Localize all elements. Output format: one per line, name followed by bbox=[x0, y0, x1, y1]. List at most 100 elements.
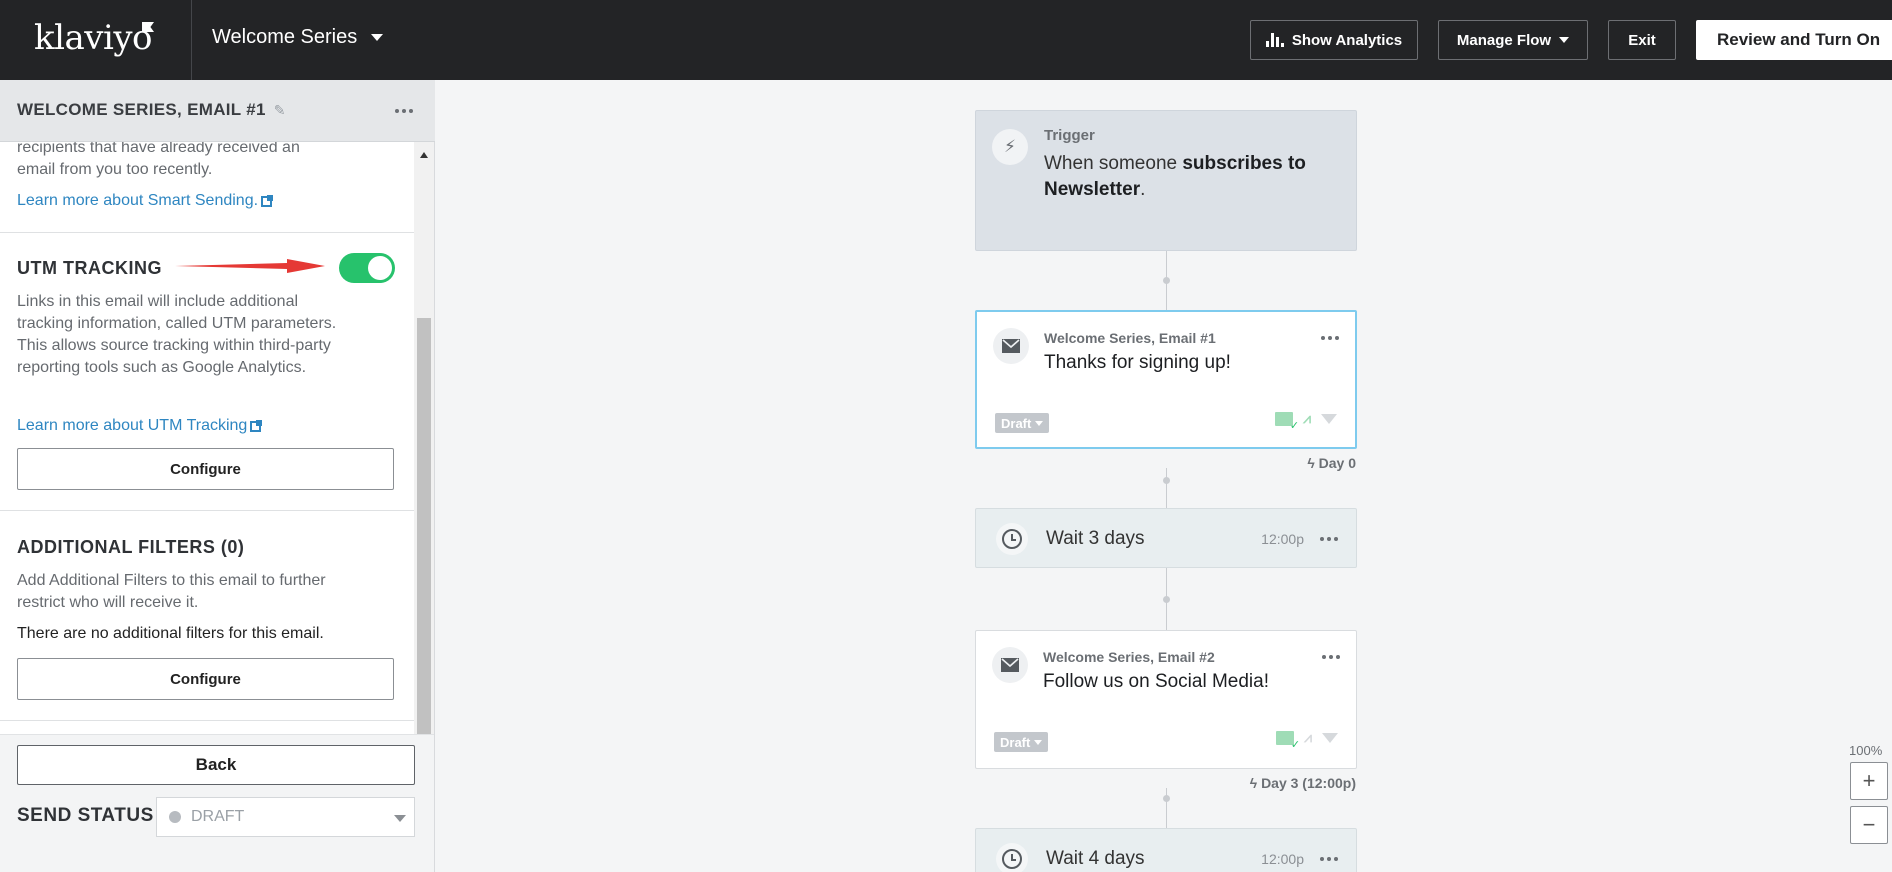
envelope-icon bbox=[992, 647, 1028, 683]
klaviyo-logo[interactable]: klaviyo bbox=[34, 18, 155, 58]
smart-sending-line-2: email from you too recently. bbox=[17, 161, 213, 178]
email-status-dropdown[interactable]: Draft bbox=[995, 413, 1050, 433]
send-status-value: DRAFT bbox=[191, 808, 245, 825]
logo-text: klaviyo bbox=[34, 18, 153, 58]
zoom-in-button[interactable]: + bbox=[1850, 762, 1888, 800]
lightning-icon: ⚡ bbox=[992, 129, 1028, 165]
section-divider bbox=[0, 232, 414, 233]
email-status-icons: ⩘ bbox=[1276, 729, 1338, 751]
mail-check-icon bbox=[1276, 730, 1300, 751]
more-options-icon[interactable] bbox=[1321, 336, 1339, 340]
day-0-text: Day 0 bbox=[1318, 455, 1356, 471]
show-analytics-label: Show Analytics bbox=[1291, 31, 1403, 49]
trigger-description: When someone subscribes to Newsletter. bbox=[1044, 151, 1334, 203]
smart-sending-link[interactable]: Learn more about Smart Sending. bbox=[17, 192, 274, 210]
topbar-divider bbox=[191, 0, 192, 80]
day-3-label: ϟ Day 3 (12:00p) bbox=[1206, 775, 1356, 791]
wait-card-1[interactable]: Wait 3 days 12:00p bbox=[975, 508, 1357, 568]
no-filters-text: There are no additional filters for this… bbox=[17, 625, 324, 642]
connector-dot bbox=[1163, 596, 1170, 603]
chevron-down-icon bbox=[1559, 37, 1570, 43]
minus-icon: − bbox=[1862, 812, 1876, 837]
additional-filters-title: ADDITIONAL FILTERS (0) bbox=[17, 537, 245, 557]
show-analytics-button[interactable]: Show Analytics bbox=[1250, 20, 1418, 60]
panel-title-text: WELCOME SERIES, EMAIL #1 bbox=[17, 100, 266, 119]
panel-header: WELCOME SERIES, EMAIL #1 ✎ bbox=[0, 80, 435, 142]
email-status: Draft bbox=[1001, 415, 1032, 431]
more-options-icon[interactable] bbox=[1320, 537, 1338, 541]
send-status-select[interactable]: DRAFT bbox=[156, 797, 415, 837]
mail-check-icon bbox=[1275, 411, 1299, 432]
wait-time: 12:00p bbox=[1261, 851, 1304, 867]
back-button[interactable]: Back bbox=[17, 745, 415, 785]
additional-filters-desc: Add Additional Filters to this email to … bbox=[17, 572, 326, 611]
chevron-down-icon bbox=[1034, 739, 1043, 745]
day-3-text: Day 3 (12:00p) bbox=[1261, 775, 1356, 791]
bar-chart-icon bbox=[1265, 33, 1284, 47]
utm-configure-button[interactable]: Configure bbox=[17, 448, 394, 490]
lightning-icon: ϟ bbox=[1307, 455, 1315, 471]
pencil-icon[interactable]: ✎ bbox=[274, 103, 288, 117]
smart-sending-link-text: Learn more about Smart Sending. bbox=[17, 192, 259, 209]
connector-dot bbox=[1163, 277, 1170, 284]
toggle-knob bbox=[368, 256, 392, 280]
trigger-text-prefix: When someone bbox=[1044, 153, 1183, 174]
smart-sending-desc: recipients that have already received an… bbox=[17, 142, 347, 181]
external-link-icon bbox=[261, 194, 274, 207]
clock-icon bbox=[996, 523, 1028, 555]
trend-icon: ⩘ bbox=[1303, 410, 1311, 426]
utm-tracking-link-text: Learn more about UTM Tracking bbox=[17, 417, 248, 434]
filter-icon bbox=[1321, 413, 1337, 424]
trigger-text-suffix: . bbox=[1140, 179, 1146, 200]
flow-name: Welcome Series bbox=[212, 26, 358, 48]
trigger-label: Trigger bbox=[1044, 127, 1095, 144]
filter-icon bbox=[1322, 732, 1338, 743]
clock-icon bbox=[996, 843, 1028, 872]
panel-scroll-area[interactable]: recipients that have already received an… bbox=[0, 142, 414, 734]
more-options-icon[interactable] bbox=[1322, 655, 1340, 659]
flow-canvas[interactable]: ⚡ Trigger When someone subscribes to New… bbox=[436, 80, 1892, 872]
filters-configure-button[interactable]: Configure bbox=[17, 658, 394, 700]
zoom-out-button[interactable]: − bbox=[1850, 806, 1888, 844]
chevron-down-icon bbox=[394, 815, 406, 822]
send-status-label: SEND STATUS bbox=[17, 805, 154, 826]
scroll-up-icon[interactable] bbox=[420, 152, 428, 158]
utm-tracking-toggle[interactable] bbox=[339, 253, 395, 283]
panel-title: WELCOME SERIES, EMAIL #1 ✎ bbox=[17, 100, 288, 120]
email-card-2[interactable]: Welcome Series, Email #2 Follow us on So… bbox=[975, 630, 1357, 769]
zoom-level: 100% bbox=[1849, 743, 1883, 758]
more-options-icon[interactable] bbox=[395, 109, 413, 113]
review-and-turn-on-button[interactable]: Review and Turn On bbox=[1696, 20, 1892, 60]
email-status: Draft bbox=[1000, 734, 1031, 750]
utm-tracking-title: UTM TRACKING bbox=[17, 258, 162, 278]
email-settings-panel: WELCOME SERIES, EMAIL #1 ✎ recipients th… bbox=[0, 80, 435, 872]
email-status-dropdown[interactable]: Draft bbox=[994, 732, 1049, 752]
exit-label: Exit bbox=[1628, 31, 1656, 49]
exit-button[interactable]: Exit bbox=[1608, 20, 1676, 60]
wait-text: Wait 4 days bbox=[1046, 848, 1145, 869]
wait-card-2[interactable]: Wait 4 days 12:00p bbox=[975, 828, 1357, 872]
utm-tracking-desc: Links in this email will include additio… bbox=[17, 293, 337, 376]
section-divider bbox=[0, 510, 414, 511]
lightning-icon: ϟ bbox=[1249, 775, 1258, 791]
chevron-down-icon bbox=[1035, 420, 1044, 426]
external-link-icon bbox=[250, 419, 263, 432]
wait-time: 12:00p bbox=[1261, 531, 1304, 547]
email-card-1[interactable]: Welcome Series, Email #1 Thanks for sign… bbox=[975, 310, 1357, 449]
review-label: Review and Turn On bbox=[1717, 30, 1881, 49]
flow-name-dropdown[interactable]: Welcome Series bbox=[212, 26, 384, 49]
envelope-icon bbox=[993, 328, 1029, 364]
manage-flow-button[interactable]: Manage Flow bbox=[1438, 20, 1588, 60]
section-divider bbox=[0, 720, 414, 721]
panel-scrollbar[interactable] bbox=[414, 142, 434, 734]
annotation-arrow-icon bbox=[175, 259, 325, 273]
trigger-card[interactable]: ⚡ Trigger When someone subscribes to New… bbox=[975, 110, 1357, 251]
scrollbar-thumb[interactable] bbox=[417, 318, 431, 734]
plus-icon: + bbox=[1862, 768, 1876, 793]
more-options-icon[interactable] bbox=[1320, 857, 1338, 861]
panel-footer: Back SEND STATUS DRAFT bbox=[0, 734, 434, 872]
configure-label: Configure bbox=[170, 460, 241, 478]
configure-label: Configure bbox=[170, 670, 241, 688]
day-0-label: ϟ Day 0 bbox=[1256, 455, 1356, 471]
utm-tracking-link[interactable]: Learn more about UTM Tracking bbox=[17, 417, 263, 435]
